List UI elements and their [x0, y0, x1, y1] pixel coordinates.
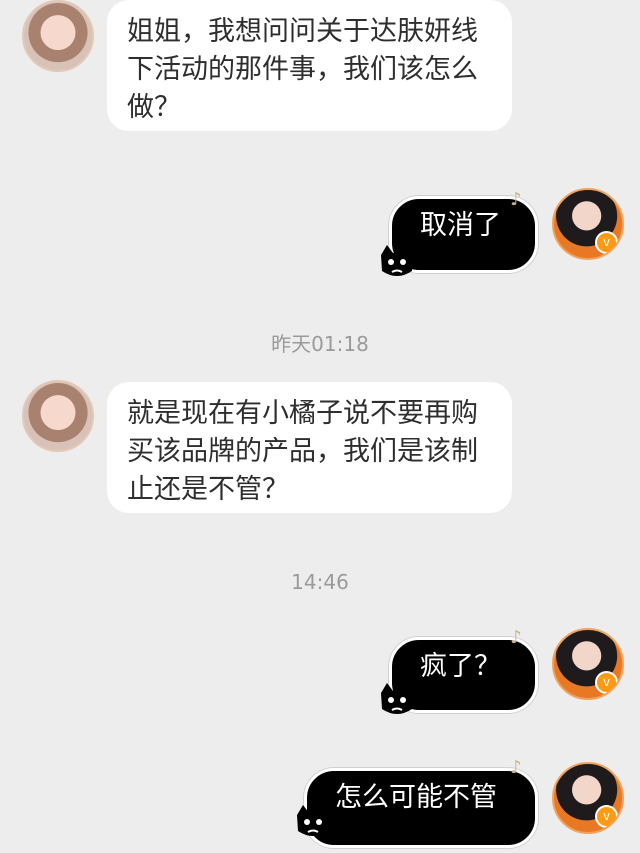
music-note-icon: ♪	[510, 627, 522, 648]
contact-avatar[interactable]	[22, 0, 94, 72]
verified-icon: v	[595, 805, 618, 828]
incoming-message-bubble[interactable]: 姐姐，我想问问关于达肤妍线下活动的那件事，我们该怎么做？	[107, 0, 512, 131]
message-timestamp: 昨天01:18	[271, 332, 369, 356]
outgoing-message-text: 疯了？	[420, 651, 501, 682]
user-avatar[interactable]: v	[552, 762, 624, 834]
cat-decoration-icon	[381, 683, 413, 714]
user-avatar[interactable]: v	[552, 628, 624, 700]
message-timestamp: 14:46	[291, 570, 349, 594]
cat-decoration-icon	[297, 805, 329, 836]
cat-decoration-icon	[381, 245, 413, 276]
user-avatar[interactable]: v	[552, 188, 624, 260]
verified-icon: v	[595, 231, 618, 254]
outgoing-message-text: 取消了	[420, 210, 501, 241]
incoming-message-bubble[interactable]: 就是现在有小橘子说不要再购买该品牌的产品，我们是该制止还是不管？	[107, 382, 512, 513]
verified-icon: v	[595, 671, 618, 694]
outgoing-message-bubble[interactable]: 怎么可能不管	[304, 768, 538, 848]
music-note-icon: ♪	[510, 757, 522, 778]
incoming-message-text: 就是现在有小橘子说不要再购买该品牌的产品，我们是该制止还是不管？	[127, 398, 478, 505]
incoming-message-text: 姐姐，我想问问关于达肤妍线下活动的那件事，我们该怎么做？	[127, 16, 478, 123]
music-note-icon: ♪	[510, 189, 522, 210]
outgoing-message-text: 怎么可能不管	[335, 782, 497, 813]
contact-avatar[interactable]	[22, 380, 94, 452]
